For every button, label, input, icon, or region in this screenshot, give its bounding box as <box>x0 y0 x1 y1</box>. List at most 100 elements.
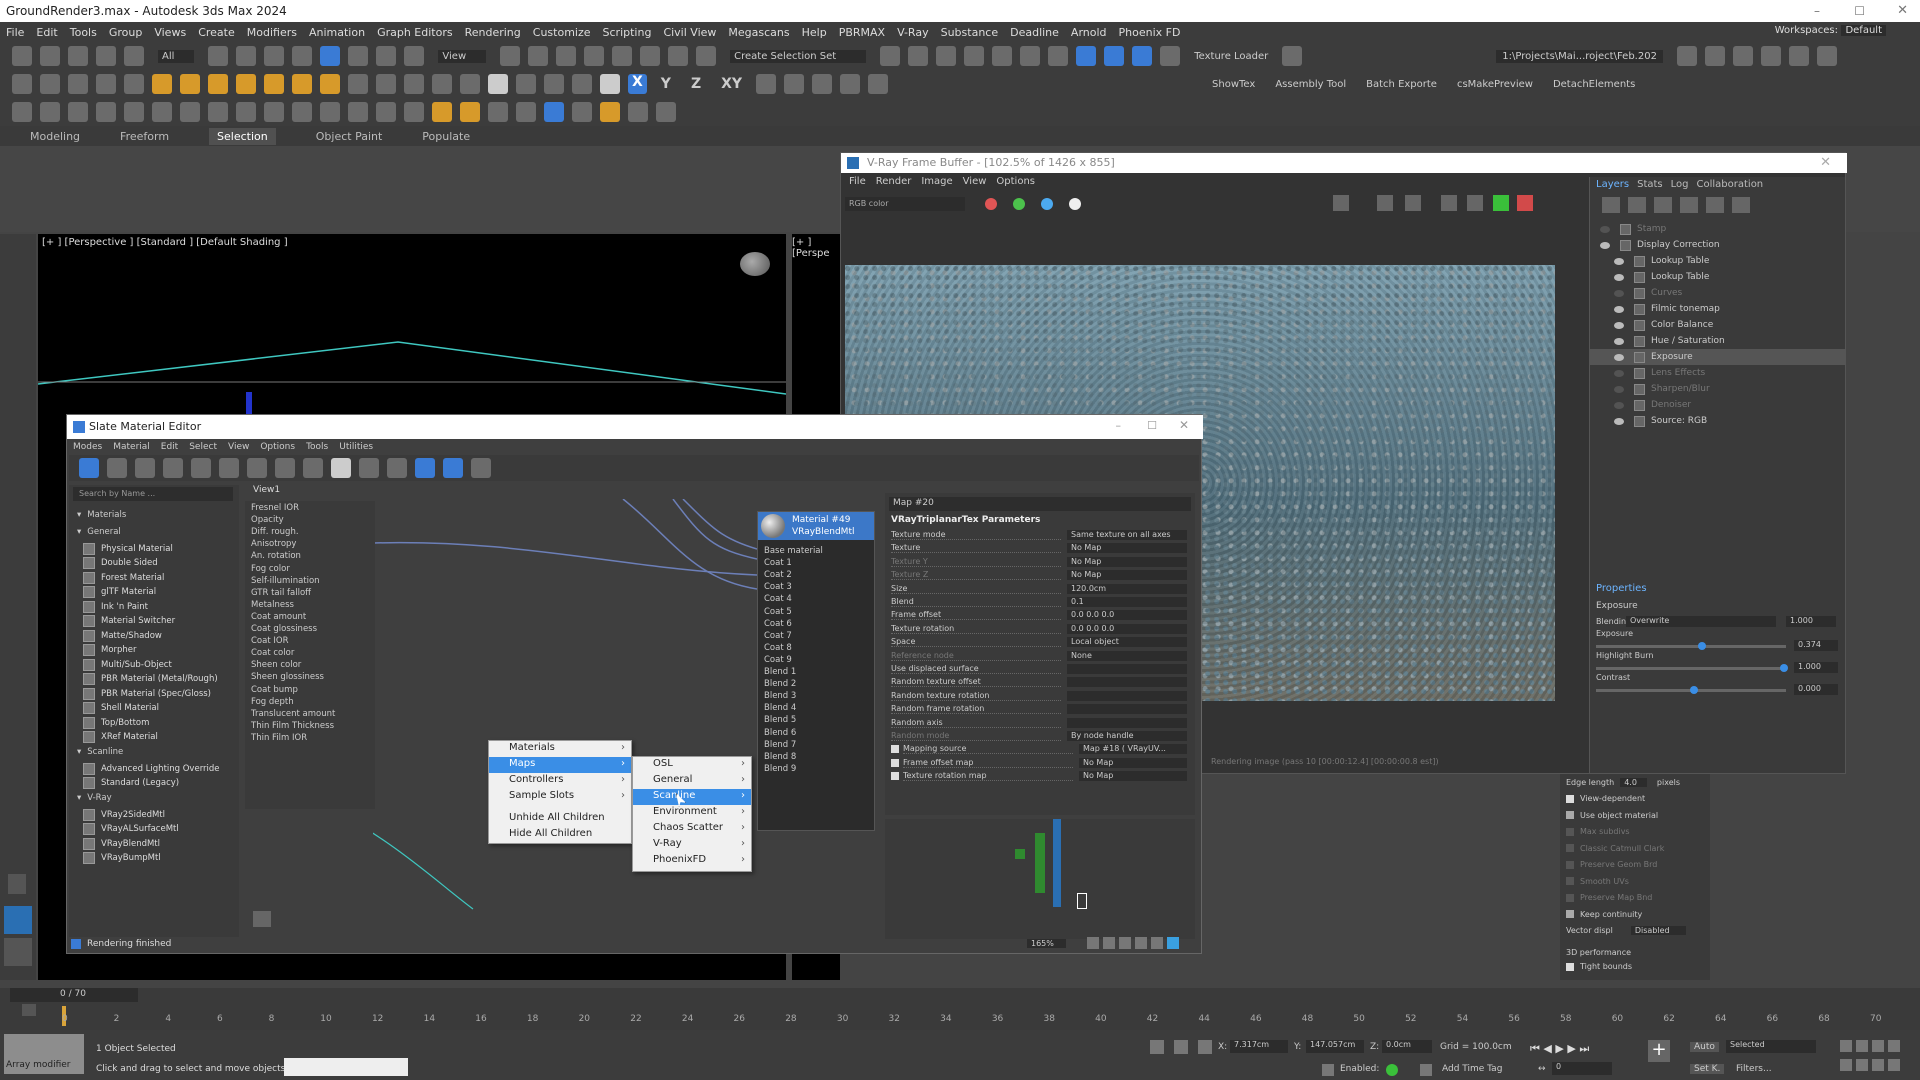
sme-menu-select[interactable]: Select <box>189 442 217 452</box>
material-slot[interactable]: Metalness <box>251 600 294 610</box>
snaps-toggle-icon[interactable] <box>584 46 605 66</box>
menu-rendering[interactable]: Rendering <box>465 26 521 39</box>
material-id-icon[interactable] <box>331 458 351 478</box>
texture-loader-label[interactable]: Texture Loader <box>1194 51 1268 62</box>
alpha-channel-icon[interactable] <box>1069 198 1081 210</box>
teapot-icon[interactable] <box>40 102 60 122</box>
play-icon[interactable] <box>348 102 368 122</box>
tab-modeling[interactable]: Modeling <box>30 130 80 143</box>
node-input-port[interactable]: Coat 1 <box>764 558 792 568</box>
workspace-dropdown[interactable]: Default <box>1841 25 1886 36</box>
parameter-value-field[interactable]: No Map <box>1079 771 1187 782</box>
set-key-icon[interactable]: + <box>1648 1040 1670 1062</box>
browser-material-item[interactable]: Ink 'n Paint <box>73 599 239 614</box>
plane-icon[interactable] <box>404 74 424 94</box>
current-frame-field[interactable]: 0 <box>1552 1062 1612 1075</box>
edge-length-field[interactable]: 4.0 <box>1620 778 1647 787</box>
browser-material-item[interactable]: Morpher <box>73 643 239 658</box>
highlight-burn-slider-track[interactable] <box>1596 667 1786 670</box>
camera-icon[interactable] <box>68 74 88 94</box>
material-slot[interactable]: Coat bump <box>251 685 298 695</box>
eye-icon[interactable] <box>1614 353 1624 361</box>
cmd-checkbox-row[interactable]: Preserve Geom Brd <box>1566 860 1657 869</box>
material-slot[interactable]: Thin Film Thickness <box>251 721 334 731</box>
sme-minimize-button[interactable]: – <box>1116 419 1122 432</box>
browser-material-item[interactable]: VRay2SidedMtl <box>73 807 239 822</box>
clear-image-icon[interactable] <box>1441 195 1457 211</box>
menu-graph-editors[interactable]: Graph Editors <box>377 26 453 39</box>
material-ball-icon[interactable] <box>488 74 508 94</box>
tab-layers[interactable]: Layers <box>1596 179 1629 190</box>
wrench-icon[interactable] <box>656 102 676 122</box>
sme-close-button[interactable]: ✕ <box>1179 418 1189 432</box>
menu-views[interactable]: Views <box>154 26 186 39</box>
axis-x-button[interactable]: X <box>628 74 647 94</box>
showtex-button[interactable]: ShowTex <box>1212 79 1255 90</box>
submenu-phoenixfd[interactable]: PhoenixFD › <box>633 853 751 869</box>
material-slot[interactable]: Sheen color <box>251 660 301 670</box>
layer-item[interactable]: Source: RGB <box>1590 413 1846 429</box>
pan-view-icon[interactable] <box>1856 1059 1868 1071</box>
eye-icon[interactable] <box>1614 321 1624 329</box>
window-crossing-icon[interactable] <box>292 46 313 66</box>
pan-to-selected-icon[interactable] <box>1167 937 1179 949</box>
map-name-field[interactable]: Map #20 <box>889 497 1191 511</box>
eye-icon[interactable] <box>1614 273 1624 281</box>
parameter-checkbox[interactable] <box>891 745 899 754</box>
viewcube-icon[interactable] <box>740 252 770 276</box>
render-icon[interactable] <box>68 102 88 122</box>
browser-material-item[interactable]: Material Switcher <box>73 614 239 629</box>
pivot-center-icon[interactable] <box>500 46 521 66</box>
menu-scripting[interactable]: Scripting <box>603 26 652 39</box>
menu-create[interactable]: Create <box>198 26 235 39</box>
prev-frame-icon[interactable]: ◀ <box>1543 1042 1551 1055</box>
menu-file[interactable]: File <box>6 26 24 39</box>
eye-icon[interactable] <box>1600 225 1610 233</box>
cmd-checkbox[interactable] <box>1566 811 1574 819</box>
tab-selection[interactable]: Selection <box>209 127 276 145</box>
keyboard-shortcut-override-icon[interactable] <box>556 46 577 66</box>
assign-to-selection-icon[interactable] <box>163 458 183 478</box>
menu-civil-view[interactable]: Civil View <box>663 26 716 39</box>
node-input-port[interactable]: Coat 9 <box>764 655 792 665</box>
tab-populate[interactable]: Populate <box>422 130 470 143</box>
browser-material-item[interactable]: Advanced Lighting Override <box>73 761 239 776</box>
delete-icon[interactable] <box>191 458 211 478</box>
more-chevron-icon[interactable] <box>1760 46 1781 66</box>
select-by-material-icon[interactable] <box>471 458 491 478</box>
parameter-value-field[interactable]: By node handle <box>1067 731 1187 741</box>
blending-mode-dropdown[interactable]: Overwrite <box>1626 616 1776 627</box>
node-input-port[interactable]: Blend 4 <box>764 703 796 713</box>
cmd-checkbox[interactable] <box>1566 893 1574 902</box>
rectangular-selection-icon[interactable] <box>264 46 285 66</box>
unlink-icon[interactable] <box>96 46 116 66</box>
eye-icon[interactable] <box>1614 385 1624 393</box>
contrast-value-field[interactable]: 0.000 <box>1794 684 1838 695</box>
collapse-arrow-icon[interactable]: ▾ <box>77 510 81 520</box>
navigator-view-frame[interactable] <box>1077 893 1087 909</box>
tight-bounds-checkbox[interactable] <box>1566 962 1574 971</box>
log-icon[interactable] <box>152 102 172 122</box>
sun-icon[interactable] <box>292 74 312 94</box>
menu-deadline[interactable]: Deadline <box>1010 26 1059 39</box>
filters-button[interactable]: Filters... <box>1736 1064 1772 1074</box>
layer-item[interactable]: Denoiser <box>1590 397 1846 413</box>
cmd-checkbox[interactable] <box>1566 910 1574 918</box>
menu-edit[interactable]: Edit <box>36 26 57 39</box>
node-input-port[interactable]: Coat 4 <box>764 594 792 604</box>
undo-icon[interactable] <box>12 46 32 66</box>
sme-menu-modes[interactable]: Modes <box>73 442 102 452</box>
channel-dropdown[interactable]: RGB color <box>845 197 965 211</box>
sme-menu-view[interactable]: View <box>228 442 249 452</box>
mirror-icon[interactable] <box>880 46 901 66</box>
ies-light-icon[interactable] <box>264 74 284 94</box>
add-time-tag-button[interactable]: Add Time Tag <box>1442 1064 1502 1074</box>
eye-icon[interactable] <box>1614 369 1624 377</box>
cmd-checkbox[interactable] <box>1566 860 1574 869</box>
sphere-icon[interactable] <box>376 74 396 94</box>
browser-category[interactable]: ▾ Materials <box>73 507 239 522</box>
menu-animation[interactable]: Animation <box>309 26 365 39</box>
blue-channel-icon[interactable] <box>1041 198 1053 210</box>
browser-material-item[interactable]: XRef Material <box>73 730 239 745</box>
tab-stats[interactable]: Stats <box>1637 179 1663 190</box>
